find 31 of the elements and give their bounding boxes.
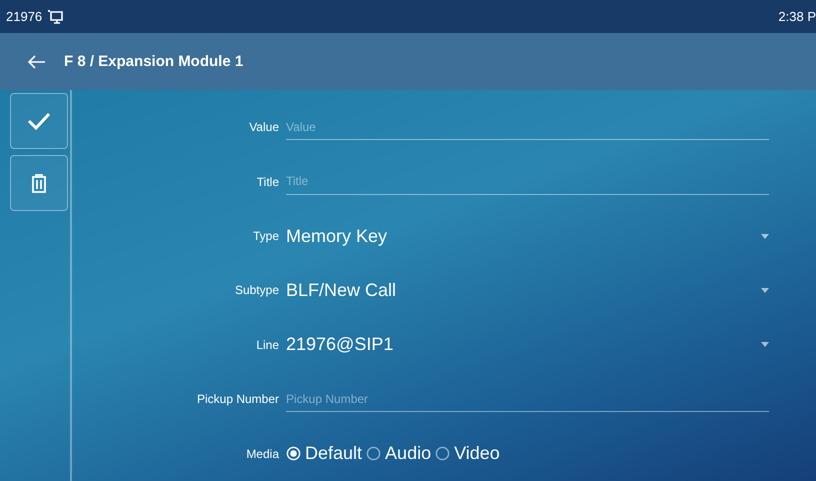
radio-button[interactable] (435, 446, 450, 462)
field-label: Value (248, 120, 280, 134)
save-button[interactable] (10, 93, 68, 149)
input-field[interactable]: Pickup Number (286, 386, 769, 412)
field-label: Type (252, 229, 280, 244)
field-label: Subtype (234, 283, 280, 298)
caret-icon[interactable] (761, 342, 769, 348)
dropdown-value[interactable]: 21976@SIP1 (286, 334, 394, 356)
field-label: Media (245, 446, 280, 461)
field-label: Pickup Number (196, 392, 280, 406)
dropdown-value[interactable]: BLF/New Call (286, 280, 396, 301)
delete-button[interactable] (10, 155, 68, 211)
caret-icon[interactable] (761, 288, 769, 293)
computer-icon (46, 8, 64, 24)
field-label: Line (255, 338, 280, 352)
caret-icon[interactable] (761, 234, 769, 239)
input-field[interactable]: Title (286, 168, 769, 195)
clock-time: 2:38 P (778, 9, 816, 24)
page-title: F 8 / Expansion Module 1 (64, 53, 244, 70)
dropdown-value[interactable]: Memory Key (286, 226, 388, 247)
radio-label[interactable]: Video (454, 443, 500, 464)
checkmark-icon (27, 111, 51, 131)
radio-button[interactable] (286, 446, 301, 462)
input-field[interactable]: Value (286, 114, 769, 140)
field-label: Title (256, 174, 280, 189)
account-number: 21976 (6, 9, 42, 24)
trash-icon (30, 173, 48, 193)
back-arrow-icon[interactable] (28, 54, 46, 68)
radio-label[interactable]: Default (305, 443, 362, 464)
radio-label[interactable]: Audio (385, 443, 432, 464)
radio-button[interactable] (366, 446, 382, 462)
